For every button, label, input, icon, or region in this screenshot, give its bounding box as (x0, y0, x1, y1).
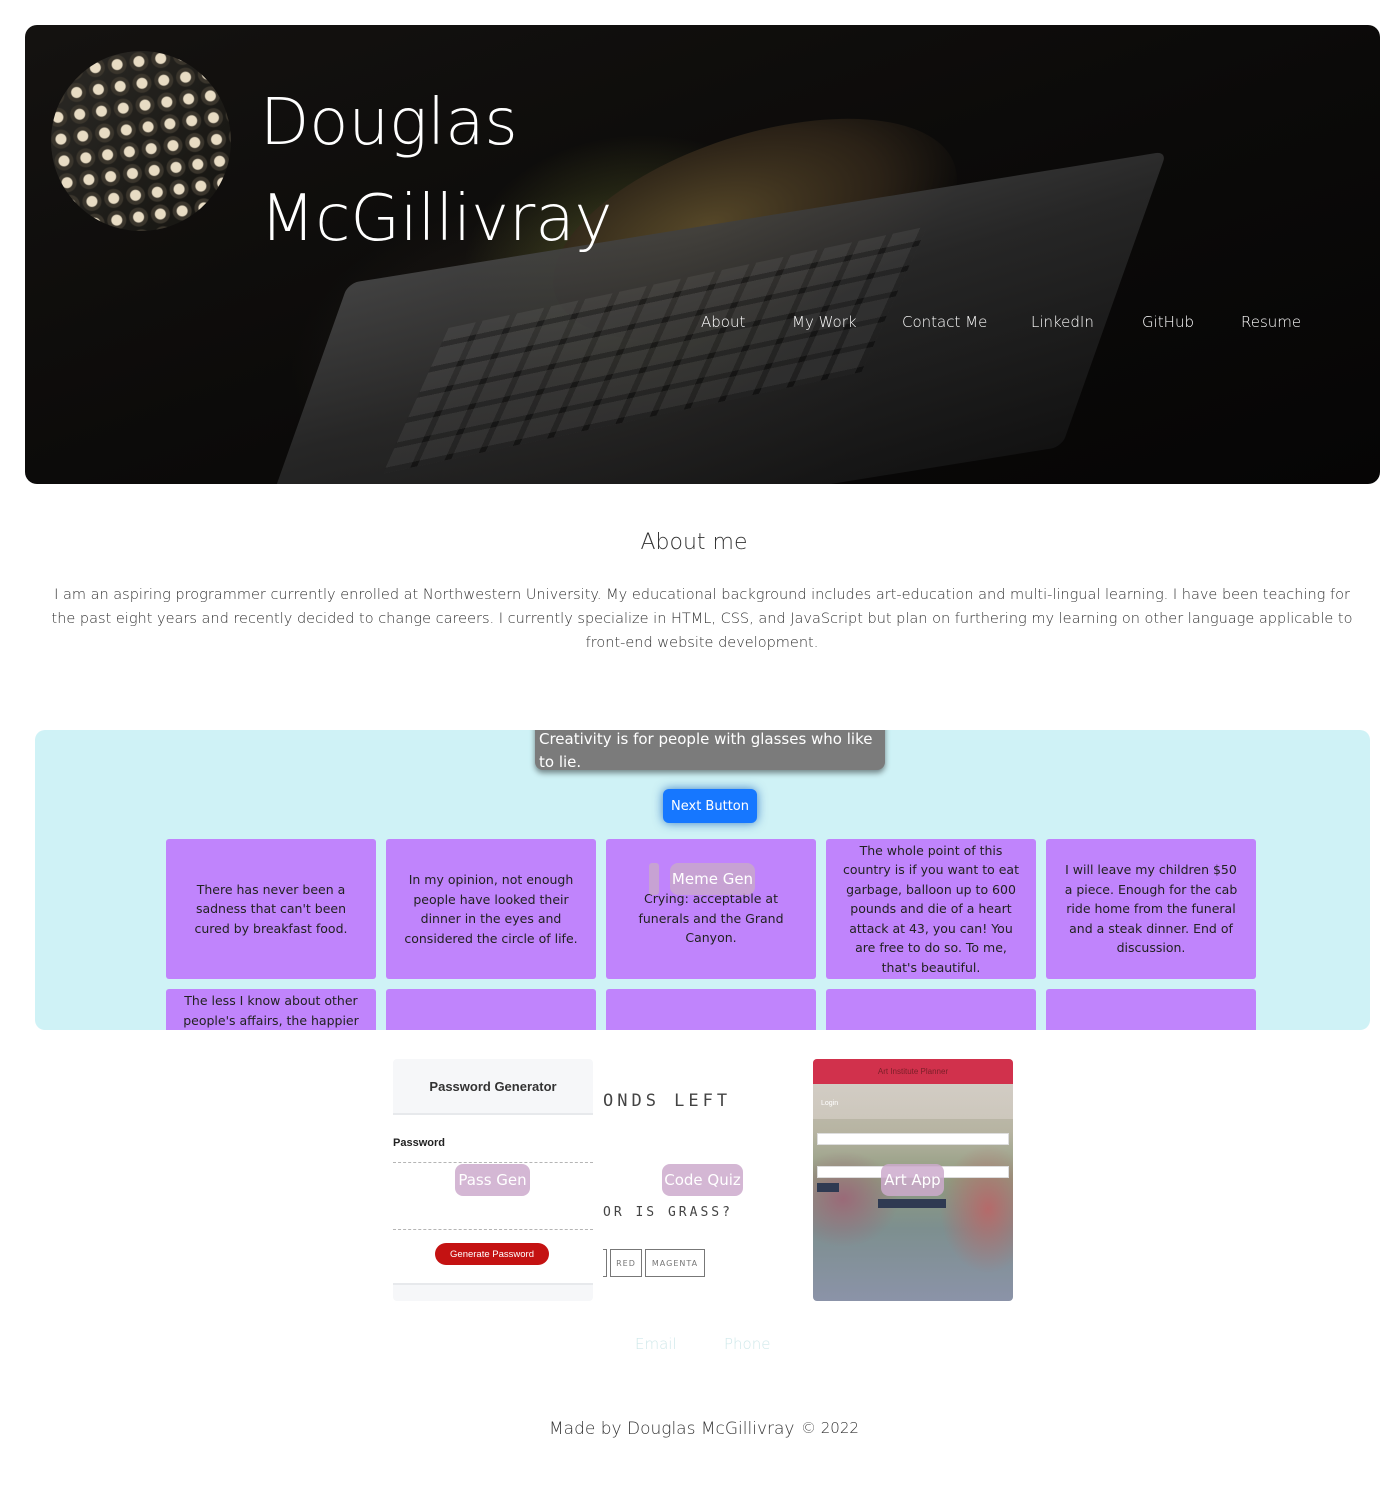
art-app-title-bar: Art Institute Planner (813, 1059, 1013, 1084)
nav-link-my-work[interactable]: My Work (792, 313, 857, 331)
quote-card (826, 989, 1036, 1030)
nav-link-about[interactable]: About (701, 313, 745, 331)
project-label-code-quiz[interactable]: Code Quiz (662, 1164, 743, 1196)
quiz-question: OR IS GRASS? (603, 1205, 733, 1220)
quiz-option (603, 1249, 607, 1277)
divider (393, 1162, 593, 1163)
quiz-option: MAGENTA (645, 1249, 705, 1277)
quote-card (606, 989, 816, 1030)
quote-card: In my opinion, not enough people have lo… (386, 839, 596, 979)
next-button[interactable]: Next Button (663, 789, 757, 823)
art-app-input (817, 1133, 1009, 1145)
pass-gen-header: Password Generator (393, 1059, 593, 1115)
meme-label-marker (649, 863, 659, 895)
art-app-button (817, 1183, 839, 1192)
quote-card: The less I know about other people's aff… (166, 989, 376, 1030)
pass-gen-footer (393, 1283, 593, 1301)
project-label-art-app[interactable]: Art App (881, 1164, 944, 1196)
project-meme-gen[interactable]: Creativity is for people with glasses wh… (35, 730, 1370, 1030)
quote-card (1046, 989, 1256, 1030)
quote-card: Crying: acceptable at funerals and the G… (606, 839, 816, 979)
nav-link-resume[interactable]: Resume (1241, 313, 1301, 331)
quiz-option: RED (610, 1249, 642, 1277)
generate-password-button: Generate Password (435, 1243, 549, 1265)
quiz-seconds-left: ONDS LEFT (603, 1091, 732, 1111)
hero-header: Douglas McGillivray About My Work Contac… (25, 25, 1380, 484)
quote-card (386, 989, 596, 1030)
main-nav: About My Work Contact Me LinkedIn GitHub… (25, 313, 1380, 337)
art-app-button (878, 1199, 946, 1208)
meme-quote: Creativity is for people with glasses wh… (535, 730, 885, 771)
nav-link-linkedin[interactable]: LinkedIn (1031, 313, 1094, 331)
footer-credit: Made by Douglas McGillivray (549, 1419, 795, 1439)
name-first: Douglas (260, 86, 518, 160)
about-text: I am an aspiring programmer currently en… (51, 587, 1353, 651)
nav-link-contact-me[interactable]: Contact Me (902, 313, 987, 331)
quote-card: The whole point of this country is if yo… (826, 839, 1036, 979)
quote-card: There has never been a sadness that can'… (166, 839, 376, 979)
footer-copyright: © 2022 (801, 1419, 859, 1437)
project-label-pass-gen[interactable]: Pass Gen (455, 1164, 530, 1196)
avatar (39, 39, 243, 243)
art-app-login-label: Login (821, 1100, 839, 1107)
divider (393, 1229, 593, 1230)
pass-gen-subheader: Password (393, 1137, 445, 1149)
nav-link-github[interactable]: GitHub (1142, 313, 1194, 331)
quote-card: I will leave my children $50 a piece. En… (1046, 839, 1256, 979)
project-label-meme-gen[interactable]: Meme Gen (670, 863, 755, 895)
contact-phone-link[interactable]: Phone (724, 1335, 770, 1353)
contact-email-link[interactable]: Email (635, 1335, 677, 1353)
about-title: About me (640, 530, 748, 555)
name-last: McGillivray (260, 182, 613, 256)
page-title: Douglas McGillivray (260, 75, 680, 267)
